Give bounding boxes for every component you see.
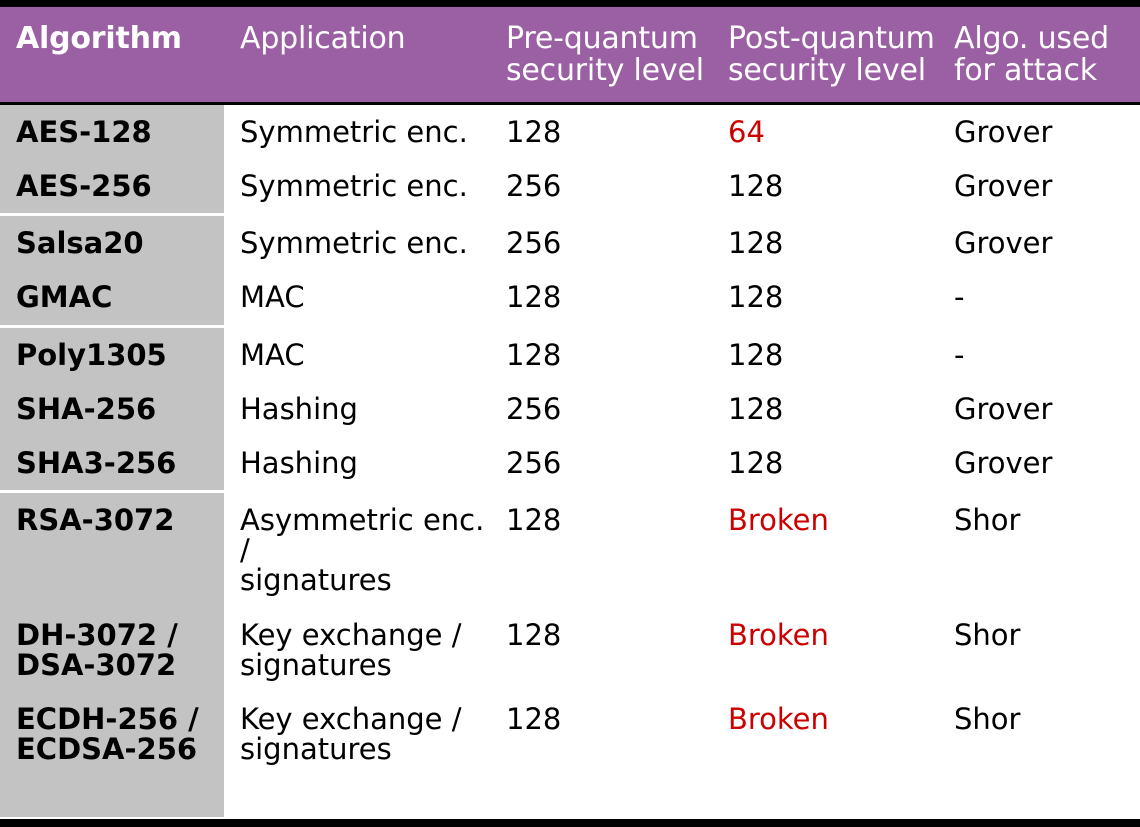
table-row: SHA-256 Hashing 256 128 Grover: [0, 382, 1140, 436]
table-body: AES-128 Symmetric enc. 128 64 Grover AES-256 S…: [0, 105, 1140, 817]
cryptography-security-level-table: Algorithm Application Pre-quantum securi…: [0, 0, 1140, 827]
cell-algorithm: SHA3-256: [16, 445, 177, 480]
cell-algorithm: Salsa20: [16, 226, 144, 261]
cell-post-quantum-security-level: 64: [728, 115, 765, 149]
cell-post-quantum-security-level: 128: [728, 280, 784, 315]
cell-attack-algorithm: Shor: [954, 701, 1021, 736]
table-row: RSA-3072 Asymmetric enc. / signatures 128 B…: [0, 493, 1140, 607]
cell-application: Key exchange / signatures: [240, 617, 462, 682]
cell-application: Key exchange / signatures: [240, 701, 462, 767]
cell-algorithm: AES-256: [16, 169, 152, 204]
cell-attack-algorithm: -: [954, 337, 965, 372]
table-row: DH-3072 / DSA-3072 Key exchange / signatu…: [0, 608, 1140, 692]
table-row: ECDH-256 / ECDSA-256 Key exchange / signa…: [0, 692, 1140, 776]
table-row: Salsa20 Symmetric enc. 256 128 Grover: [0, 216, 1140, 270]
column-header-algorithm: Algorithm: [16, 21, 182, 56]
cell-application: Symmetric enc.: [240, 226, 468, 261]
column-header-pre-quantum-security-level: Pre-quantum security level: [506, 21, 704, 88]
column-header-attack-algorithm: Algo. used for attack: [954, 21, 1109, 88]
cell-algorithm: SHA-256: [16, 391, 157, 426]
cell-application: Hashing: [240, 391, 358, 426]
cell-application: Asymmetric enc. / signatures: [240, 503, 485, 598]
cell-pre-quantum-security-level: 128: [506, 503, 562, 538]
table-header-row: Algorithm Application Pre-quantum securi…: [0, 7, 1140, 102]
cell-post-quantum-security-level: 128: [728, 226, 784, 261]
cell-post-quantum-security-level: Broken: [728, 503, 829, 538]
cell-algorithm: ECDH-256 / ECDSA-256: [16, 701, 199, 767]
cell-pre-quantum-security-level: 128: [506, 115, 562, 149]
cell-pre-quantum-security-level: 128: [506, 617, 562, 652]
table-row: SHA3-256 Hashing 256 128 Grover: [0, 436, 1140, 494]
cell-post-quantum-security-level: 128: [728, 169, 784, 204]
cell-pre-quantum-security-level: 256: [506, 445, 562, 480]
cell-application: Symmetric enc.: [240, 115, 468, 149]
cell-post-quantum-security-level: 128: [728, 337, 784, 372]
cell-attack-algorithm: Shor: [954, 503, 1021, 538]
table-rows: AES-128 Symmetric enc. 128 64 Grover AES-256 S…: [0, 105, 1140, 776]
cell-pre-quantum-security-level: 128: [506, 337, 562, 372]
cell-post-quantum-security-level: 128: [728, 391, 784, 426]
table-row: GMAC MAC 128 128 -: [0, 270, 1140, 328]
cell-pre-quantum-security-level: 128: [506, 701, 562, 736]
cell-algorithm: RSA-3072: [16, 503, 175, 538]
cell-attack-algorithm: Shor: [954, 617, 1021, 652]
cell-post-quantum-security-level: Broken: [728, 701, 829, 736]
cell-pre-quantum-security-level: 256: [506, 169, 562, 204]
cell-attack-algorithm: Grover: [954, 115, 1053, 149]
table-row: Poly1305 MAC 128 128 -: [0, 328, 1140, 382]
table-row: AES-256 Symmetric enc. 256 128 Grover: [0, 159, 1140, 217]
cell-algorithm: AES-128: [16, 115, 152, 149]
cell-post-quantum-security-level: 128: [728, 445, 784, 480]
cell-attack-algorithm: -: [954, 280, 965, 315]
cell-attack-algorithm: Grover: [954, 226, 1053, 261]
cell-attack-algorithm: Grover: [954, 391, 1053, 426]
cell-application: Hashing: [240, 445, 358, 480]
cell-attack-algorithm: Grover: [954, 445, 1053, 480]
column-header-post-quantum-security-level: Post-quantum security level: [728, 21, 935, 88]
table-row: AES-128 Symmetric enc. 128 64 Grover: [0, 105, 1140, 159]
column-header-application: Application: [240, 21, 406, 56]
cell-pre-quantum-security-level: 128: [506, 280, 562, 315]
cell-application: MAC: [240, 280, 305, 315]
table-header: Algorithm Application Pre-quantum securi…: [0, 7, 1140, 105]
cell-algorithm: DH-3072 / DSA-3072: [16, 617, 178, 682]
cell-application: Symmetric enc.: [240, 169, 468, 204]
cell-pre-quantum-security-level: 256: [506, 391, 562, 426]
cell-algorithm: Poly1305: [16, 337, 167, 372]
cell-algorithm: GMAC: [16, 280, 113, 315]
cell-post-quantum-security-level: Broken: [728, 617, 829, 652]
cell-application: MAC: [240, 337, 305, 372]
cell-attack-algorithm: Grover: [954, 169, 1053, 204]
cell-pre-quantum-security-level: 256: [506, 226, 562, 261]
